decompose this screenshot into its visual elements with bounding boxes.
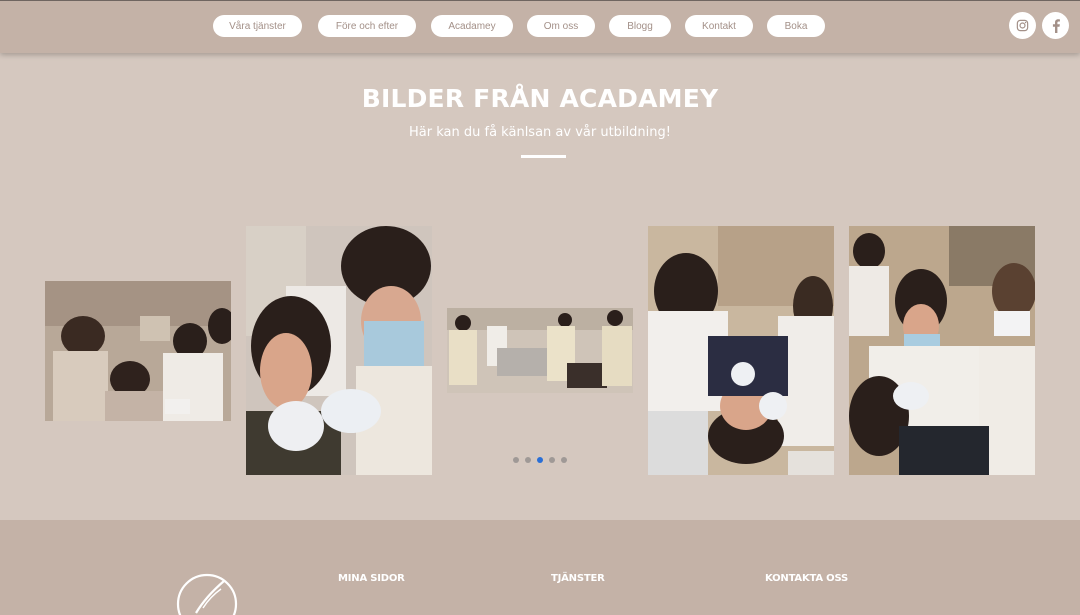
footer-heading-tjanster: TJÄNSTER bbox=[551, 573, 605, 584]
nav-vara-tjanster[interactable]: Våra tjänster bbox=[213, 15, 302, 37]
footer-heading-kontakta-oss: KONTAKTA OSS bbox=[765, 573, 849, 584]
nav-acadamey[interactable]: Acadamey bbox=[431, 15, 513, 37]
facebook-icon bbox=[1052, 18, 1060, 33]
nav-kontakt[interactable]: Kontakt bbox=[685, 15, 753, 37]
instagram-button[interactable] bbox=[1009, 12, 1036, 39]
page-title: BILDER FRÅN ACADAMEY bbox=[361, 84, 719, 113]
injection-closeup-photo bbox=[246, 226, 432, 475]
gallery-slide-2[interactable] bbox=[246, 226, 432, 475]
treatment-topdown-photo bbox=[648, 226, 834, 475]
practitioner-photo bbox=[849, 226, 1035, 475]
pagination-dot-1[interactable] bbox=[513, 457, 519, 463]
facebook-button[interactable] bbox=[1042, 12, 1069, 39]
main-nav: Våra tjänster Före och efter Acadamey Om… bbox=[0, 15, 1080, 37]
gallery-slide-4[interactable] bbox=[648, 226, 834, 475]
pagination-dot-3[interactable] bbox=[537, 457, 543, 463]
nav-om-oss[interactable]: Om oss bbox=[527, 15, 595, 37]
gallery-slide-5[interactable] bbox=[849, 226, 1035, 475]
nav-blogg[interactable]: Blogg bbox=[609, 15, 671, 37]
nav-boka[interactable]: Boka bbox=[767, 15, 825, 37]
title-divider bbox=[521, 155, 566, 158]
pagination-dot-2[interactable] bbox=[525, 457, 531, 463]
footer-heading-mina-sidor: MINA SIDOR bbox=[338, 573, 405, 584]
site-footer: MINA SIDOR TJÄNSTER KONTAKTA OSS bbox=[0, 520, 1080, 615]
classroom-photo bbox=[447, 308, 633, 393]
gallery-slide-3[interactable] bbox=[447, 308, 633, 393]
page-subtitle: Här kan du få känlsan av vår utbildning! bbox=[409, 125, 671, 140]
gallery-slide-1[interactable] bbox=[45, 281, 231, 421]
pagination-dot-5[interactable] bbox=[561, 457, 567, 463]
site-header: Våra tjänster Före och efter Acadamey Om… bbox=[0, 0, 1080, 53]
clinic-training-photo bbox=[45, 281, 231, 421]
brand-logo-icon bbox=[176, 573, 238, 615]
nav-fore-och-efter[interactable]: Före och efter bbox=[318, 15, 416, 37]
pagination-dot-4[interactable] bbox=[549, 457, 555, 463]
instagram-icon bbox=[1016, 19, 1029, 32]
